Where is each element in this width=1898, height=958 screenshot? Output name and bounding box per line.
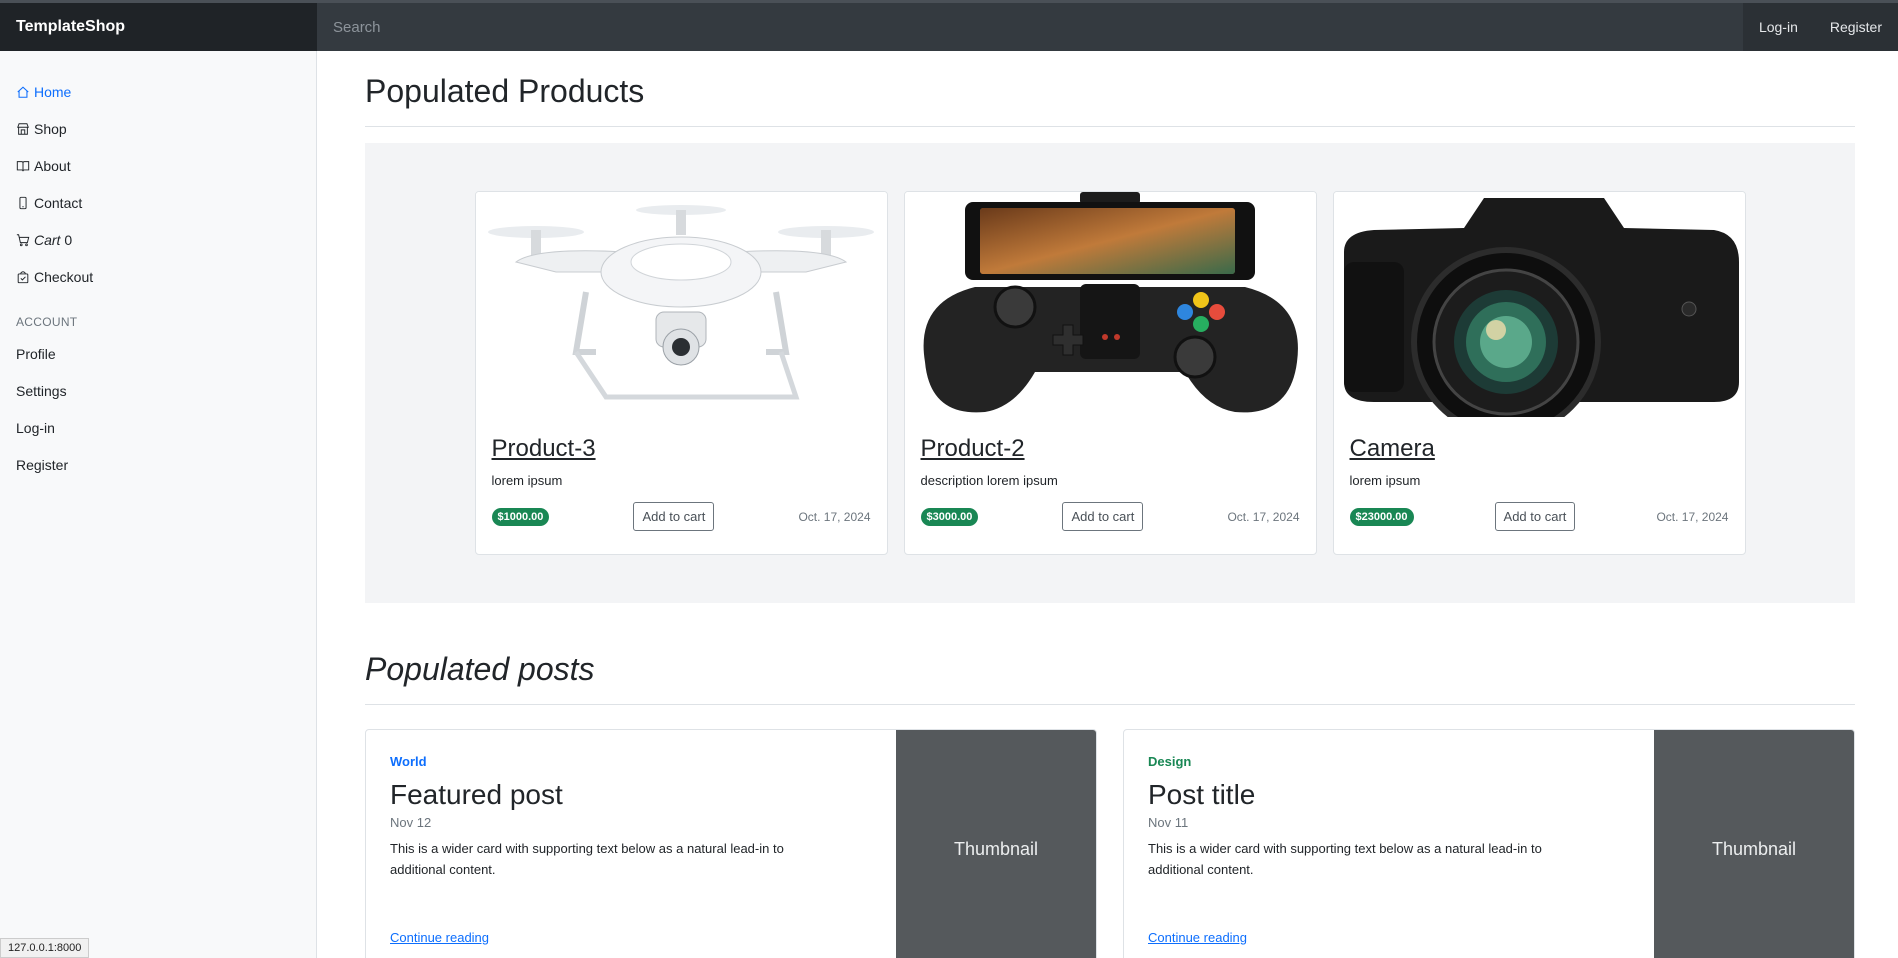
post-thumbnail: Thumbnail (896, 730, 1096, 958)
product-body: Product-2 description lorem ipsum $3000.… (905, 417, 1316, 531)
product-card: Product-3 lorem ipsum $1000.00 Add to ca… (474, 191, 888, 555)
product-description: description lorem ipsum (920, 473, 1058, 488)
sidebar-item-label: Contact (34, 194, 83, 211)
price-badge: $3000.00 (920, 507, 979, 526)
post-category: World (390, 754, 427, 769)
product-body: Camera lorem ipsum $23000.00 Add to cart… (1334, 417, 1745, 531)
product-image-gamepad[interactable] (904, 192, 1316, 417)
product-footer: $23000.00 Add to cart Oct. 17, 2024 (1349, 502, 1729, 531)
product-footer: $1000.00 Add to cart Oct. 17, 2024 (491, 502, 871, 531)
product-description: lorem ipsum (1349, 473, 1421, 488)
sidebar: Home Shop About Contact Cart 0 Checkout … (0, 51, 317, 958)
price-badge: $23000.00 (1349, 507, 1414, 526)
sidebar-item-contact[interactable]: Contact (0, 184, 316, 221)
browser-status-url: 127.0.0.1:8000 (0, 938, 90, 958)
product-name-link[interactable]: Product-2 (921, 435, 1025, 463)
posts-row: World Featured post Nov 12 This is a wid… (365, 729, 1855, 958)
post-date: Nov 12 (390, 815, 432, 830)
sidebar-item-profile[interactable]: Profile (0, 335, 316, 372)
house-icon (17, 85, 29, 98)
sidebar-item-settings[interactable]: Settings (0, 372, 316, 409)
sidebar-item-label: About (34, 157, 71, 174)
posts-section-title: Populated posts (365, 651, 1855, 705)
continue-reading-link[interactable]: Continue reading (1148, 930, 1247, 945)
search-bar (317, 3, 1743, 51)
product-footer: $3000.00 Add to cart Oct. 17, 2024 (920, 502, 1300, 531)
top-navbar: TemplateShop Log-in Register (0, 0, 1898, 51)
sidebar-item-register[interactable]: Register (0, 446, 316, 483)
sidebar-item-about[interactable]: About (0, 147, 316, 184)
brand-logo[interactable]: TemplateShop (0, 3, 317, 51)
products-section-title: Populated Products (365, 73, 1855, 127)
search-input[interactable] (333, 18, 1743, 36)
shop-icon (17, 122, 29, 135)
product-body: Product-3 lorem ipsum $1000.00 Add to ca… (476, 417, 887, 531)
sidebar-item-label: Cart (34, 231, 61, 248)
sidebar-item-cart[interactable]: Cart 0 (0, 221, 316, 258)
sidebar-item-checkout[interactable]: Checkout (0, 258, 316, 295)
product-description: lorem ipsum (491, 473, 563, 488)
post-title: Post title (1148, 779, 1256, 810)
bag-check-icon (17, 270, 29, 283)
post-card: Design Post title Nov 11 This is a wider… (1123, 729, 1855, 958)
price-badge: $1000.00 (491, 507, 550, 526)
book-icon (16, 160, 30, 171)
product-image-drone[interactable] (475, 192, 887, 417)
camera-image (1334, 192, 1744, 417)
post-excerpt: This is a wider card with supporting tex… (390, 841, 784, 877)
product-card: Camera lorem ipsum $23000.00 Add to cart… (1332, 191, 1746, 555)
main-content: Populated Products Product-3 lorem ipsum… (365, 51, 1855, 958)
add-to-cart-button[interactable]: Add to cart (1062, 502, 1144, 531)
product-image-camera[interactable] (1333, 192, 1745, 417)
add-to-cart-button[interactable]: Add to cart (1494, 502, 1576, 531)
sidebar-heading-account: ACCOUNT (16, 315, 78, 329)
cart-count: 0 (64, 231, 73, 248)
product-name-link[interactable]: Product-3 (492, 435, 596, 463)
continue-reading-link[interactable]: Continue reading (390, 930, 489, 945)
sidebar-item-login[interactable]: Log-in (0, 409, 316, 446)
products-band: Product-3 lorem ipsum $1000.00 Add to ca… (365, 143, 1855, 603)
top-nav-links: Log-in Register (1742, 3, 1898, 51)
drone-image (476, 192, 886, 417)
phone-icon (19, 196, 27, 209)
post-body: World Featured post Nov 12 This is a wid… (366, 730, 896, 958)
top-register-link[interactable]: Register (1814, 3, 1898, 51)
post-excerpt: This is a wider card with supporting tex… (1148, 841, 1542, 877)
post-date: Nov 11 (1148, 815, 1189, 830)
sidebar-item-home[interactable]: Home (0, 73, 316, 110)
post-title: Featured post (390, 779, 563, 810)
sidebar-item-label: Home (34, 83, 72, 100)
product-card: Product-2 description lorem ipsum $3000.… (903, 191, 1317, 555)
post-card: World Featured post Nov 12 This is a wid… (365, 729, 1097, 958)
cart-icon (16, 233, 30, 246)
sidebar-item-shop[interactable]: Shop (0, 110, 316, 147)
post-category: Design (1148, 754, 1192, 769)
gamepad-image (905, 192, 1315, 417)
post-body: Design Post title Nov 11 This is a wider… (1124, 730, 1654, 958)
product-date: Oct. 17, 2024 (1227, 509, 1300, 524)
product-date: Oct. 17, 2024 (798, 509, 871, 524)
sidebar-item-label: Shop (34, 120, 67, 137)
post-thumbnail: Thumbnail (1654, 730, 1854, 958)
product-name-link[interactable]: Camera (1350, 435, 1435, 463)
add-to-cart-button[interactable]: Add to cart (633, 502, 715, 531)
sidebar-item-label: Checkout (34, 268, 94, 285)
top-login-link[interactable]: Log-in (1743, 3, 1814, 51)
product-date: Oct. 17, 2024 (1656, 509, 1729, 524)
